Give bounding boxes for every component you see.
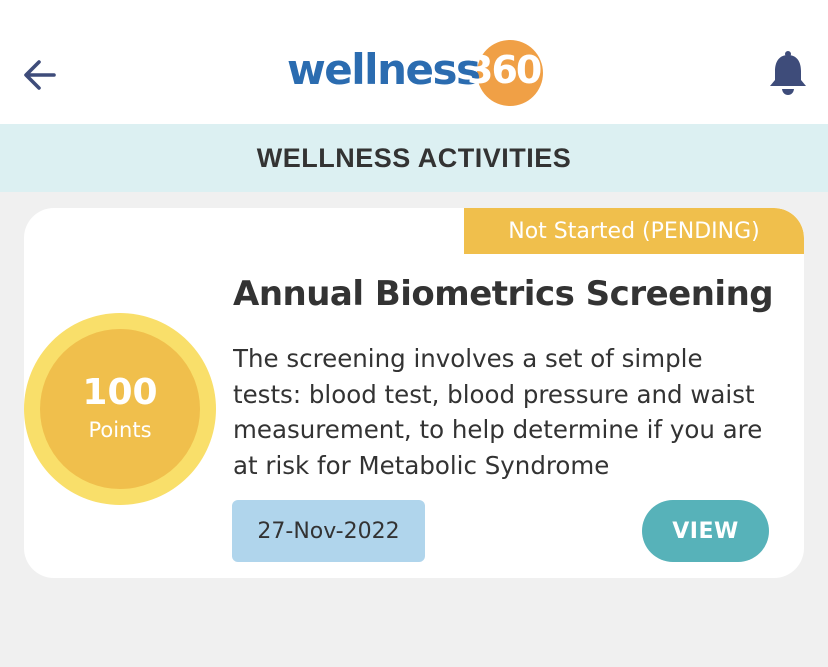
- activity-card[interactable]: Not Started (PENDING) 100 Points Annual …: [24, 208, 804, 578]
- activity-description: The screening involves a set of simple t…: [233, 344, 763, 480]
- activity-title: Annual Biometrics Screening: [233, 274, 774, 314]
- points-value: 100: [82, 372, 158, 413]
- back-button[interactable]: [20, 55, 60, 95]
- logo-word: wellness: [287, 45, 481, 94]
- section-title: WELLNESS ACTIVITIES: [256, 142, 572, 173]
- points-badge: 100 Points: [24, 313, 216, 505]
- notifications-button[interactable]: [766, 50, 810, 96]
- points-label: Points: [88, 418, 152, 442]
- arrow-left-icon: [24, 60, 56, 90]
- logo-number: 360: [467, 48, 542, 92]
- wellness360-logo: wellness 360: [287, 40, 547, 106]
- points-badge-inner: 100 Points: [40, 329, 200, 489]
- bell-icon: [770, 51, 806, 95]
- status-badge: Not Started (PENDING): [464, 208, 804, 254]
- section-header: WELLNESS ACTIVITIES: [0, 124, 828, 192]
- view-button[interactable]: VIEW: [642, 500, 769, 562]
- app-header: wellness 360: [0, 0, 828, 124]
- activity-date: 27-Nov-2022: [232, 500, 425, 562]
